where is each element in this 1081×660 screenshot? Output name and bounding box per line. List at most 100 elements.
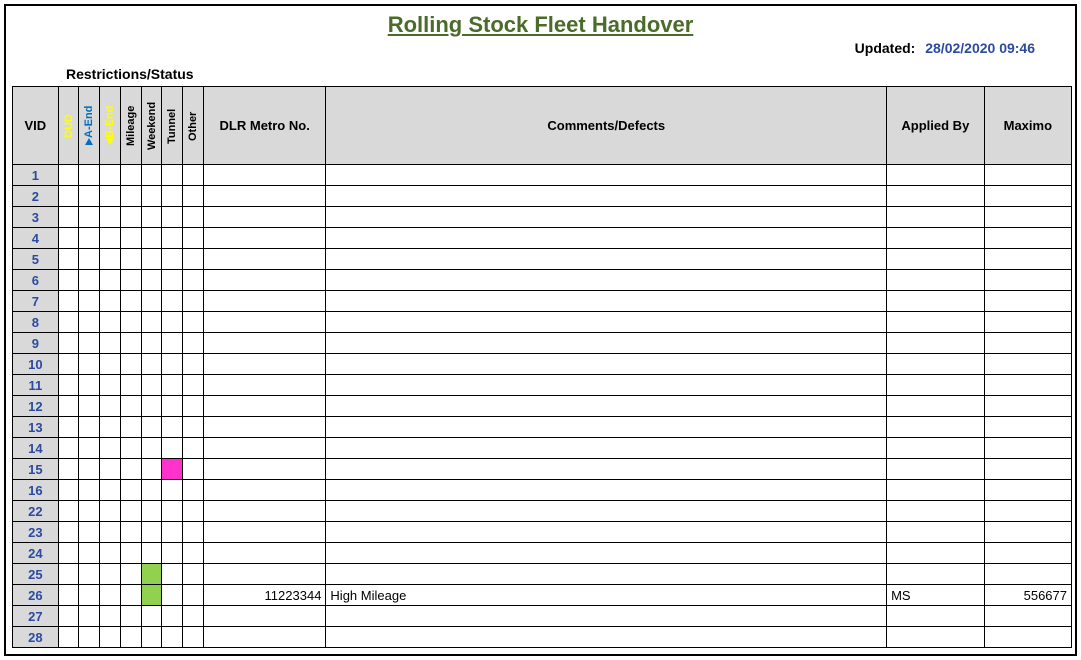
cell-dud — [58, 501, 79, 522]
cell-weekend — [141, 396, 162, 417]
table-row: 12 — [13, 396, 1072, 417]
cell-weekend — [141, 438, 162, 459]
cell-weekend — [141, 606, 162, 627]
cell-weekend — [141, 270, 162, 291]
cell-dud — [58, 606, 79, 627]
cell-dud — [58, 291, 79, 312]
row-number: 14 — [13, 438, 59, 459]
row-number: 10 — [13, 354, 59, 375]
cell-mileage — [120, 480, 141, 501]
cell-metro — [203, 438, 326, 459]
cell-b-end — [100, 249, 121, 270]
cell-applied-by — [887, 543, 985, 564]
cell-a-end — [79, 228, 100, 249]
col-status-a-end: A-End — [79, 87, 100, 165]
cell-maximo — [984, 291, 1071, 312]
cell-comments — [326, 543, 887, 564]
cell-other — [183, 333, 204, 354]
cell-maximo — [984, 186, 1071, 207]
cell-comments — [326, 375, 887, 396]
cell-a-end — [79, 375, 100, 396]
cell-weekend — [141, 543, 162, 564]
cell-tunnel — [162, 480, 183, 501]
restrictions-label: Restrictions/Status — [66, 66, 194, 82]
cell-weekend — [141, 312, 162, 333]
cell-comments — [326, 249, 887, 270]
table-row: 15 — [13, 459, 1072, 480]
col-status-dud: DUD — [58, 87, 79, 165]
cell-tunnel — [162, 291, 183, 312]
cell-other — [183, 396, 204, 417]
cell-metro — [203, 165, 326, 186]
table-row: 8 — [13, 312, 1072, 333]
cell-a-end — [79, 207, 100, 228]
cell-metro — [203, 249, 326, 270]
cell-b-end — [100, 480, 121, 501]
cell-dud — [58, 417, 79, 438]
cell-maximo — [984, 564, 1071, 585]
cell-maximo — [984, 480, 1071, 501]
cell-a-end — [79, 522, 100, 543]
cell-dud — [58, 333, 79, 354]
cell-tunnel — [162, 564, 183, 585]
cell-metro — [203, 627, 326, 648]
cell-comments — [326, 459, 887, 480]
cell-comments: High Mileage — [326, 585, 887, 606]
cell-tunnel — [162, 333, 183, 354]
cell-b-end — [100, 186, 121, 207]
cell-comments — [326, 522, 887, 543]
cell-applied-by — [887, 522, 985, 543]
cell-weekend — [141, 375, 162, 396]
cell-mileage — [120, 333, 141, 354]
cell-applied-by — [887, 312, 985, 333]
cell-dud — [58, 585, 79, 606]
cell-maximo — [984, 375, 1071, 396]
cell-weekend — [141, 228, 162, 249]
row-number: 25 — [13, 564, 59, 585]
cell-other — [183, 207, 204, 228]
col-applied-by: Applied By — [887, 87, 985, 165]
cell-other — [183, 480, 204, 501]
cell-applied-by — [887, 333, 985, 354]
table-row: 7 — [13, 291, 1072, 312]
cell-weekend — [141, 333, 162, 354]
row-number: 5 — [13, 249, 59, 270]
cell-a-end — [79, 417, 100, 438]
cell-comments — [326, 207, 887, 228]
cell-other — [183, 375, 204, 396]
table-row: 2 — [13, 186, 1072, 207]
cell-weekend — [141, 249, 162, 270]
cell-applied-by — [887, 186, 985, 207]
cell-dud — [58, 165, 79, 186]
cell-tunnel — [162, 459, 183, 480]
cell-mileage — [120, 270, 141, 291]
cell-mileage — [120, 585, 141, 606]
cell-other — [183, 627, 204, 648]
cell-tunnel — [162, 417, 183, 438]
cell-applied-by — [887, 459, 985, 480]
cell-tunnel — [162, 186, 183, 207]
cell-weekend — [141, 564, 162, 585]
cell-maximo — [984, 459, 1071, 480]
cell-maximo — [984, 165, 1071, 186]
row-number: 16 — [13, 480, 59, 501]
cell-other — [183, 186, 204, 207]
cell-maximo — [984, 396, 1071, 417]
cell-b-end — [100, 354, 121, 375]
cell-tunnel — [162, 585, 183, 606]
cell-mileage — [120, 543, 141, 564]
cell-other — [183, 270, 204, 291]
cell-tunnel — [162, 270, 183, 291]
cell-a-end — [79, 291, 100, 312]
cell-a-end — [79, 627, 100, 648]
cell-dud — [58, 543, 79, 564]
cell-tunnel — [162, 354, 183, 375]
cell-tunnel — [162, 438, 183, 459]
triangle-up-icon — [106, 137, 114, 144]
cell-maximo — [984, 228, 1071, 249]
cell-maximo — [984, 501, 1071, 522]
cell-comments — [326, 606, 887, 627]
row-number: 7 — [13, 291, 59, 312]
cell-mileage — [120, 501, 141, 522]
cell-other — [183, 522, 204, 543]
